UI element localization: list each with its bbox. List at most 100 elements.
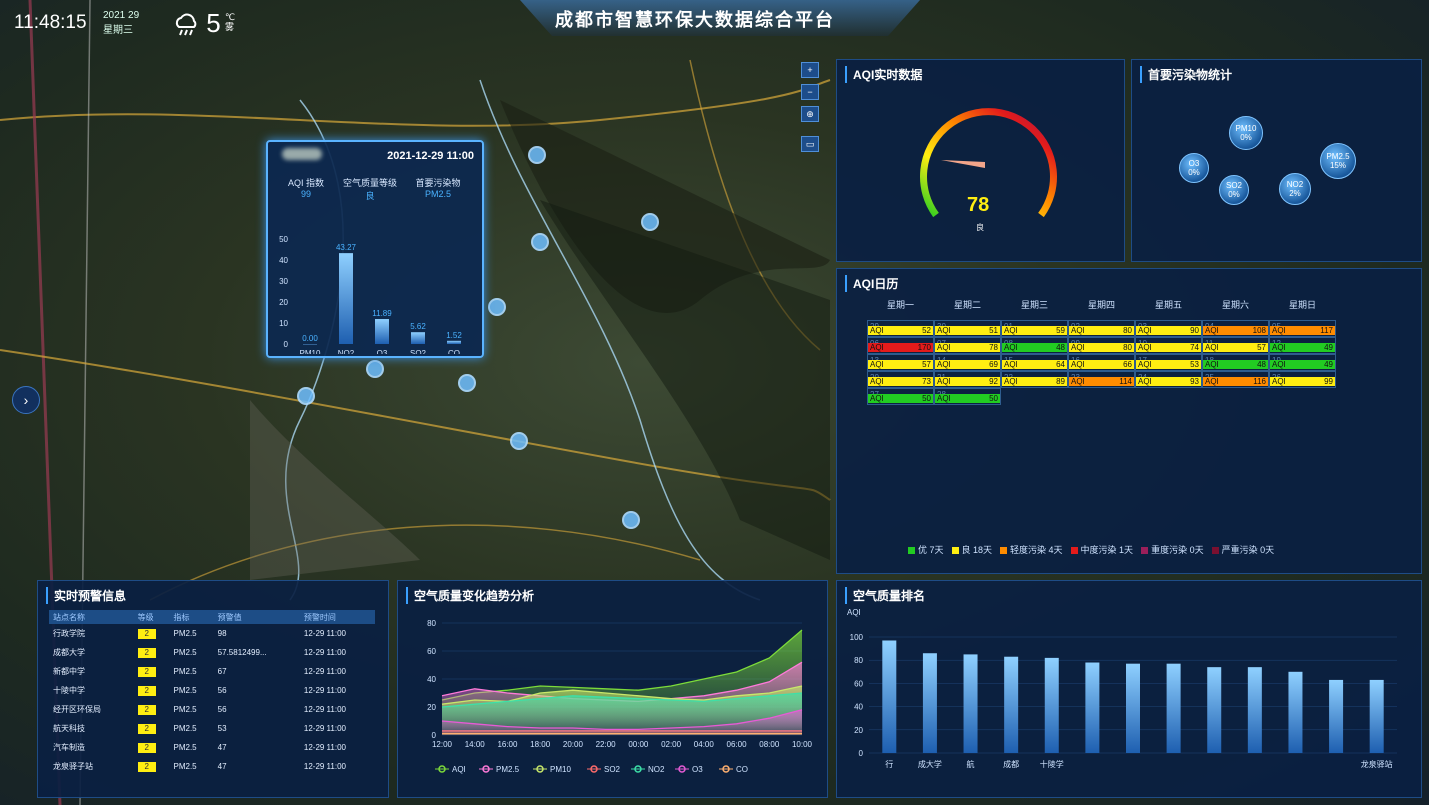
map-station-marker[interactable] [366,360,384,378]
bar[interactable] [1329,679,1344,753]
map-station-marker[interactable] [622,511,640,529]
layer-button[interactable]: ▭ [801,136,819,152]
locate-button[interactable]: ⊕ [801,106,819,122]
zoom-out-button[interactable]: − [801,84,819,100]
bar[interactable] [411,332,425,344]
calendar-day[interactable]: 11AQI57 [1202,337,1269,354]
legend-item[interactable]: 轻度污染 4天 [1000,543,1063,556]
table-row[interactable]: 十陵中学 2 PM2.5 56 12-29 11:00 [49,681,375,700]
table-row[interactable]: 行政学院 2 PM2.5 98 12-29 11:00 [49,624,375,643]
legend-item[interactable]: 优 7天 [908,543,944,556]
zoom-in-button[interactable]: + [801,62,819,78]
calendar-day[interactable]: 20AQI73 [867,371,934,388]
calendar-day[interactable]: 14AQI69 [934,354,1001,371]
bar[interactable] [1369,679,1384,753]
legend-label[interactable]: PM2.5 [496,765,520,774]
legend-label[interactable]: AQI [452,765,466,774]
map-station-marker[interactable] [297,387,315,405]
calendar-day[interactable]: 18AQI48 [1202,354,1269,371]
bar[interactable] [1288,671,1303,753]
weekday-label: 星期五 [1154,300,1182,310]
bar[interactable] [375,319,389,344]
bar[interactable] [1247,667,1262,753]
calendar-day[interactable]: 07AQI78 [934,337,1001,354]
calendar-day[interactable]: 16AQI66 [1068,354,1135,371]
aqi-bar: AQI 57 [868,360,933,369]
calendar-day[interactable]: 12AQI49 [1269,337,1336,354]
calendar-day[interactable]: 19AQI49 [1269,354,1336,371]
bar[interactable] [1126,663,1140,753]
bar[interactable] [1166,663,1181,753]
legend-label[interactable]: O3 [692,765,703,774]
map-station-marker[interactable] [531,233,549,251]
legend-item[interactable]: 严重污染 0天 [1211,543,1274,556]
table-row[interactable]: 经开区环保局 2 PM2.5 56 12-29 11:00 [49,700,375,719]
table-row[interactable]: 成都大学 2 PM2.5 57.5812499... 12-29 11:00 [49,643,375,662]
map-station-marker[interactable] [510,432,528,450]
table-row[interactable]: 航天科技 2 PM2.5 53 12-29 11:00 [49,719,375,738]
aqi-label: AQI [1071,343,1085,352]
bar[interactable] [447,340,461,344]
aqi-label: AQI [937,377,951,386]
legend-label[interactable]: SO2 [604,765,621,774]
calendar-day[interactable]: 05AQI117 [1269,320,1336,337]
pollutant-bubble[interactable]: PM2.5 15% [1320,143,1356,179]
legend-item[interactable]: 重度污染 0天 [1141,543,1204,556]
bar[interactable] [1085,662,1100,753]
calendar-day[interactable]: 08AQI48 [1001,337,1068,354]
aqi-label: AQI [870,377,884,386]
calendar-day[interactable]: 03AQI90 [1135,320,1202,337]
legend-item[interactable]: 良 18天 [951,543,992,556]
calendar-day[interactable]: 02AQI80 [1068,320,1135,337]
alarm-level-text: 2 [137,704,156,715]
map-station-marker[interactable] [488,298,506,316]
calendar-day[interactable]: 01AQI59 [1001,320,1068,337]
bar[interactable] [882,640,897,753]
aqi-label: AQI [1004,326,1018,335]
calendar-day[interactable]: 30AQI51 [934,320,1001,337]
pollutant-bubble[interactable]: PM10 0% [1229,116,1263,150]
aqi-bar: AQI 99 [1270,377,1335,386]
legend-label[interactable]: PM10 [550,765,571,774]
calendar-day[interactable]: 24AQI93 [1135,371,1202,388]
legend-label[interactable]: CO [736,765,748,774]
calendar-day[interactable]: 26AQI99 [1269,371,1336,388]
map-station-marker[interactable] [458,374,476,392]
chevron-right-icon[interactable]: › [12,386,40,414]
map-station-marker[interactable] [528,146,546,164]
bar[interactable] [1044,657,1059,753]
calendar-day[interactable]: 15AQI64 [1001,354,1068,371]
bar[interactable] [303,344,317,345]
bar[interactable] [1207,667,1222,753]
calendar-day[interactable]: 10AQI74 [1135,337,1202,354]
station-name-text: 航天科技 [53,724,85,733]
calendar-day[interactable]: 09AQI80 [1068,337,1135,354]
bar[interactable] [922,653,937,753]
legend-item[interactable]: 中度污染 1天 [1070,543,1134,556]
calendar-day[interactable]: 28AQI50 [934,388,1001,405]
legend-label: 中度污染 1天 [1080,545,1134,555]
bar[interactable] [339,253,353,344]
table-row[interactable]: 汽车制造 2 PM2.5 47 12-29 11:00 [49,738,375,757]
calendar-day[interactable]: 13AQI57 [867,354,934,371]
pollutant-bubble[interactable]: SO2 0% [1219,175,1249,205]
table-row[interactable]: 新都中学 2 PM2.5 67 12-29 11:00 [49,662,375,681]
calendar-day[interactable]: 23AQI114 [1068,371,1135,388]
calendar-day[interactable]: 22AQI89 [1001,371,1068,388]
calendar-day[interactable]: 25AQI116 [1202,371,1269,388]
aqi-bar: AQI 50 [935,394,1000,403]
calendar-day[interactable]: 17AQI53 [1135,354,1202,371]
aqi-value: 57 [922,360,931,369]
bar[interactable] [1004,656,1019,753]
map-station-marker[interactable] [641,213,659,231]
calendar-day[interactable]: 04AQI108 [1202,320,1269,337]
table-row[interactable]: 龙泉驿子站 2 PM2.5 47 12-29 11:00 [49,757,375,776]
legend-label[interactable]: NO2 [648,765,665,774]
calendar-day[interactable]: 21AQI92 [934,371,1001,388]
pollutant-bubble[interactable]: NO2 2% [1279,173,1311,205]
bar[interactable] [963,654,978,753]
calendar-day[interactable]: 29AQI52 [867,320,934,337]
calendar-day[interactable]: 27AQI50 [867,388,934,405]
pollutant-bubble[interactable]: O3 0% [1179,153,1209,183]
calendar-day[interactable]: 06AQI170 [867,337,934,354]
